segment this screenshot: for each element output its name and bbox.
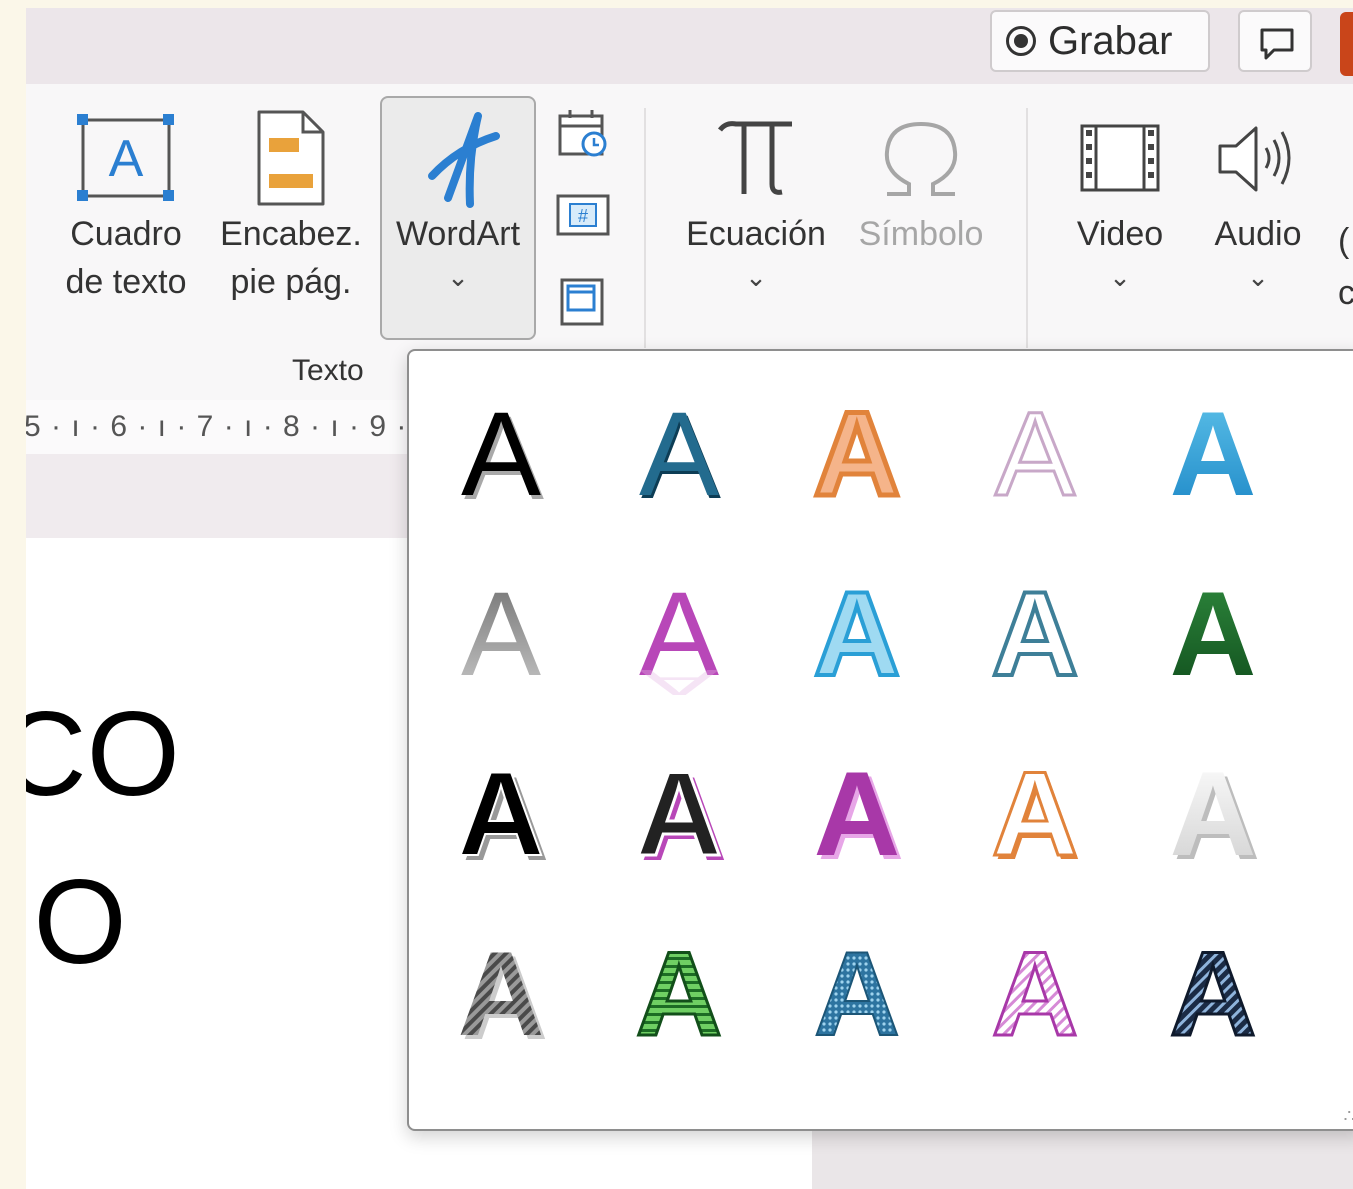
- header-footer-button[interactable]: Encabez. pie pág.: [216, 108, 366, 308]
- chevron-down-icon: ⌄: [745, 262, 767, 292]
- wordart-letter: A: [636, 747, 723, 881]
- wordart-letter: A: [636, 927, 723, 1061]
- chevron-down-icon: ⌄: [447, 262, 469, 292]
- omega-icon: [884, 121, 958, 196]
- wordart-letter: A: [992, 927, 1079, 1061]
- wordart-style-14[interactable]: AA: [975, 745, 1095, 886]
- wordart-letter: A: [458, 927, 545, 1061]
- slide-number-icon[interactable]: #: [556, 192, 612, 240]
- editor-area-right: [812, 1128, 1353, 1189]
- textbox-icon: A: [77, 114, 174, 201]
- wordart-style-17[interactable]: A: [619, 925, 739, 1063]
- wordart-style-19[interactable]: A: [975, 925, 1095, 1063]
- powerpoint-window: Grabar A Cuadro de texto Encabez. pie pá…: [26, 8, 1353, 1189]
- chevron-down-icon: ⌄: [1247, 262, 1269, 292]
- record-icon: [1006, 26, 1036, 56]
- wordart-style-4[interactable]: A: [975, 385, 1095, 523]
- svg-text:A: A: [109, 130, 144, 188]
- wordart-style-10[interactable]: A: [1153, 565, 1273, 701]
- ribbon-separator: [644, 108, 646, 348]
- wordart-letter: A: [458, 747, 545, 881]
- wordart-style-2[interactable]: AA: [619, 385, 739, 524]
- object-icon[interactable]: [556, 272, 612, 328]
- audio-button[interactable]: Audio ⌄: [1198, 108, 1318, 292]
- ruler-marks: 5 · ı · 6 · ı · 7 · ı · 8 · ı · 9 ·: [26, 410, 408, 443]
- wordart-letter: A: [461, 567, 541, 701]
- wordart-reflection: A: [639, 662, 719, 702]
- wordart-content[interactable]: WordArt ⌄: [380, 108, 536, 292]
- video-label: Video: [1076, 215, 1164, 253]
- wordart-style-15[interactable]: AA: [1153, 745, 1273, 885]
- pi-icon: [718, 121, 792, 195]
- wordart-letter: A: [992, 567, 1079, 701]
- textbox-button[interactable]: A Cuadro de texto: [56, 108, 196, 308]
- slide-text-line-2[interactable]: IO: [26, 862, 127, 982]
- wordart-style-13[interactable]: AA: [797, 745, 917, 885]
- wordart-letter: A: [1170, 747, 1257, 881]
- wordart-style-3[interactable]: A: [797, 385, 917, 524]
- wordart-letter: A: [992, 747, 1079, 881]
- symbol-button[interactable]: Símbolo: [846, 108, 996, 260]
- wordart-style-20[interactable]: A: [1153, 925, 1273, 1063]
- wordart-style-12[interactable]: AA: [619, 745, 739, 887]
- wordart-letter: A: [1170, 567, 1257, 701]
- wordart-letter: A: [639, 387, 719, 521]
- header-footer-label-1: Encabez.: [220, 215, 362, 253]
- comment-icon: [1260, 28, 1294, 60]
- wordart-style-1[interactable]: AA: [441, 385, 561, 525]
- speaker-icon: [1218, 126, 1291, 192]
- wordart-letter: A: [1170, 387, 1257, 521]
- wordart-style-9[interactable]: A: [975, 565, 1095, 703]
- header-footer-label-2: pie pág.: [230, 263, 352, 301]
- wordart-style-11[interactable]: AA: [441, 745, 561, 886]
- textbox-label-1: Cuadro: [70, 215, 182, 253]
- comments-button[interactable]: [1238, 10, 1312, 72]
- wordart-letter: A: [814, 387, 901, 521]
- video-icon: [1080, 124, 1160, 192]
- share-button[interactable]: [1340, 12, 1353, 76]
- audio-label: Audio: [1214, 215, 1302, 253]
- symbol-label: Símbolo: [858, 215, 984, 253]
- wordart-letter: A: [814, 747, 901, 881]
- wordart-style-18[interactable]: A: [797, 925, 917, 1062]
- wordart-letter: A: [461, 387, 541, 521]
- wordart-style-8[interactable]: A: [797, 565, 917, 703]
- cut-off-label: c: [1338, 274, 1353, 312]
- equation-button[interactable]: Ecuación ⌄: [676, 108, 836, 292]
- wordart-label: WordArt: [395, 215, 521, 253]
- wordart-letter: A: [1170, 927, 1257, 1061]
- wordart-letter: A: [814, 927, 901, 1061]
- cut-off-label: (: [1338, 222, 1350, 260]
- date-time-icon[interactable]: [556, 108, 612, 160]
- record-button[interactable]: Grabar: [990, 10, 1210, 72]
- ribbon-separator: [1026, 108, 1028, 348]
- chevron-down-icon: ⌄: [1109, 262, 1131, 292]
- equation-label: Ecuación: [686, 215, 826, 253]
- wordart-letter: A: [814, 567, 901, 701]
- video-button[interactable]: Video ⌄: [1060, 108, 1180, 292]
- slide-text-line-1[interactable]: CO: [26, 694, 180, 814]
- textbox-label-2: de texto: [65, 263, 187, 301]
- group-label-texto: Texto: [292, 354, 364, 387]
- wordart-icon: [428, 112, 500, 208]
- wordart-style-6[interactable]: A: [441, 565, 561, 701]
- wordart-style-5[interactable]: A: [1153, 385, 1273, 521]
- resize-grip-icon[interactable]: ∴: [1344, 1107, 1353, 1125]
- wordart-letter: A: [995, 387, 1075, 521]
- header-footer-icon: [257, 110, 325, 206]
- wordart-style-7[interactable]: AA: [619, 565, 739, 703]
- wordart-style-16[interactable]: AA: [441, 925, 561, 1065]
- svg-text:#: #: [578, 206, 588, 226]
- record-label: Grabar: [1048, 18, 1173, 63]
- title-bar: Grabar: [26, 8, 1353, 84]
- wordart-gallery: AA AA A A A A AA A A A AA A A A A A A A …: [407, 349, 1353, 1131]
